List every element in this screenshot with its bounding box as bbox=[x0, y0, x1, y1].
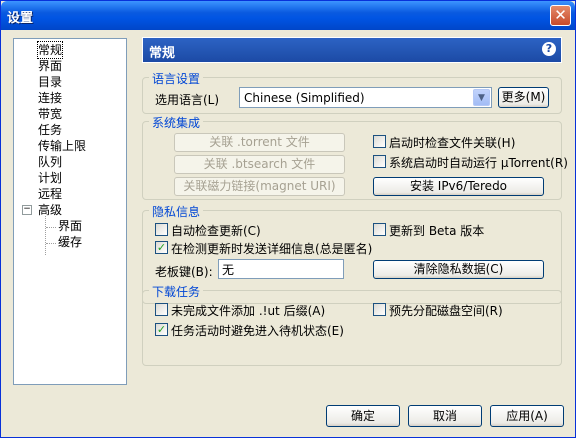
tree-item-ui[interactable]: 界面 bbox=[38, 58, 62, 74]
beta-label: 更新到 Beta 版本 bbox=[389, 224, 485, 238]
tree-item-directories[interactable]: 目录 bbox=[38, 74, 62, 90]
tree-line bbox=[45, 216, 46, 255]
settings-window: 设置 ✕ 常规 界面 目录 连接 带宽 任务 传输上限 队列 计划 远程 高级 … bbox=[0, 0, 576, 438]
privacy-group-label: 隐私信息 bbox=[149, 203, 204, 220]
language-label: 选用语言(L) bbox=[155, 93, 220, 107]
install-ipv6-button[interactable]: 安装 IPv6/Teredo bbox=[373, 177, 544, 196]
tree-item-transfer-cap[interactable]: 传输上限 bbox=[38, 138, 86, 154]
assoc-torrent-button[interactable]: 关联 .torrent 文件 bbox=[174, 133, 345, 152]
boss-key-label: 老板键(B): bbox=[155, 265, 213, 279]
prealloc-checkbox[interactable] bbox=[373, 303, 386, 316]
check-assoc-label: 启动时检查文件关联(H) bbox=[389, 136, 516, 150]
language-value: Chinese (Simplified) bbox=[244, 91, 365, 105]
append-ut-checkbox[interactable] bbox=[155, 303, 168, 316]
ok-button[interactable]: 确定 bbox=[326, 405, 400, 427]
tasks-group: 下载任务 未完成文件添加 .!ut 后缀(A) 预先分配磁盘空间(R) ✓ 任务… bbox=[142, 283, 562, 366]
page-header: 常规 ? bbox=[142, 37, 562, 63]
window-title: 设置 bbox=[7, 11, 34, 26]
help-icon[interactable]: ? bbox=[542, 42, 556, 56]
auto-update-checkbox[interactable] bbox=[155, 223, 168, 236]
cancel-button[interactable]: 取消 bbox=[408, 405, 482, 427]
language-select[interactable]: Chinese (Simplified) ▼ bbox=[239, 87, 492, 108]
prealloc-label: 预先分配磁盘空间(R) bbox=[389, 304, 503, 318]
send-info-checkbox[interactable]: ✓ bbox=[155, 241, 168, 254]
autorun-label: 系统启动时自动运行 μTorrent(R) bbox=[389, 156, 568, 170]
collapse-icon[interactable]: − bbox=[22, 205, 32, 215]
integration-group: 系统集成 关联 .torrent 文件 关联 .btsearch 文件 关联磁力… bbox=[142, 114, 568, 200]
assoc-btsearch-button[interactable]: 关联 .btsearch 文件 bbox=[174, 155, 345, 174]
tree-line bbox=[46, 243, 56, 244]
standby-label: 任务活动时避免进入待机状态(E) bbox=[171, 324, 344, 338]
auto-update-label: 自动检查更新(C) bbox=[171, 224, 261, 238]
tree-item-tasks[interactable]: 任务 bbox=[38, 122, 62, 138]
boss-key-field[interactable] bbox=[218, 259, 344, 279]
tree-item-advanced[interactable]: 高级 bbox=[38, 202, 62, 218]
tree-item-connection[interactable]: 连接 bbox=[38, 90, 62, 106]
tree-item-scheduler[interactable]: 计划 bbox=[38, 170, 62, 186]
tree-item-queue[interactable]: 队列 bbox=[38, 154, 62, 170]
check-assoc-checkbox[interactable] bbox=[373, 135, 386, 148]
tasks-group-label: 下载任务 bbox=[149, 283, 204, 300]
autorun-checkbox[interactable] bbox=[373, 155, 386, 168]
tree-item-remote[interactable]: 远程 bbox=[38, 186, 62, 202]
tree-item-bandwidth[interactable]: 带宽 bbox=[38, 106, 62, 122]
title-bar[interactable]: 设置 ✕ bbox=[1, 1, 575, 30]
integration-group-label: 系统集成 bbox=[149, 114, 204, 131]
send-info-label: 在检测更新时发送详细信息(总是匿名) bbox=[171, 242, 373, 256]
beta-checkbox[interactable] bbox=[373, 223, 386, 236]
append-ut-label: 未完成文件添加 .!ut 后缀(A) bbox=[171, 304, 326, 318]
standby-checkbox[interactable]: ✓ bbox=[155, 323, 168, 336]
tree-item-ui-extras[interactable]: 界面 bbox=[58, 218, 82, 234]
more-languages-button[interactable]: 更多(M) bbox=[498, 87, 549, 108]
page-title: 常规 bbox=[149, 46, 176, 61]
apply-button[interactable]: 应用(A) bbox=[490, 405, 564, 427]
language-group: 语言设置 选用语言(L) Chinese (Simplified) ▼ 更多(M… bbox=[142, 70, 562, 114]
close-button[interactable]: ✕ bbox=[550, 5, 571, 26]
clear-privacy-button[interactable]: 清除隐私数据(C) bbox=[373, 260, 544, 279]
tree-line bbox=[46, 227, 56, 228]
tree-item-general[interactable]: 常规 bbox=[36, 41, 64, 59]
tree-item-cache[interactable]: 缓存 bbox=[58, 234, 82, 250]
dialog-client: 常规 界面 目录 连接 带宽 任务 传输上限 队列 计划 远程 高级 − 界面 … bbox=[4, 30, 572, 435]
assoc-magnet-button[interactable]: 关联磁力链接(magnet URI) bbox=[174, 177, 345, 196]
category-tree: 常规 界面 目录 连接 带宽 任务 传输上限 队列 计划 远程 高级 − 界面 … bbox=[13, 38, 127, 385]
language-group-label: 语言设置 bbox=[149, 70, 204, 87]
chevron-down-icon[interactable]: ▼ bbox=[473, 89, 490, 106]
